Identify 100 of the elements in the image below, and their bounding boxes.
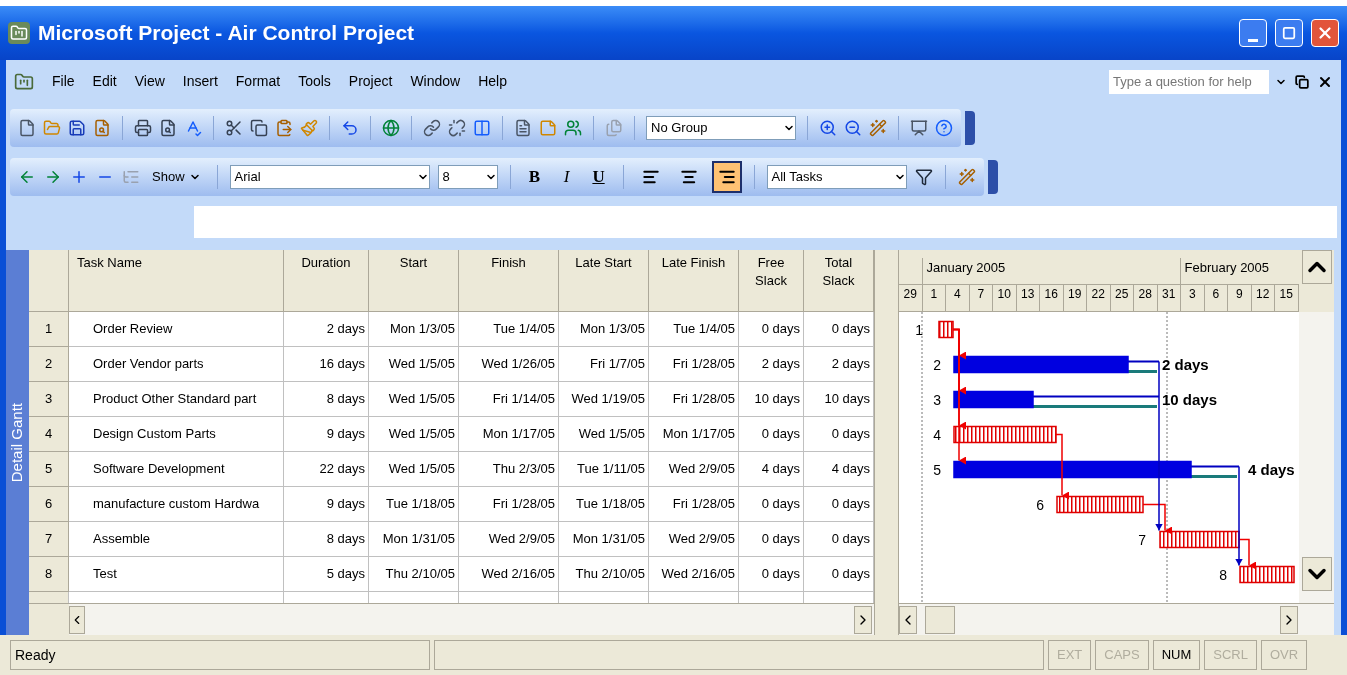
help-icon[interactable] [935, 119, 953, 137]
project-icon[interactable] [14, 71, 34, 92]
menu-item[interactable]: Edit [92, 71, 117, 92]
column-header[interactable]: Start [369, 250, 459, 312]
help-question-field[interactable]: Type a question for help [1109, 69, 1269, 94]
column-header[interactable]: Task Name [69, 250, 284, 312]
zoom-in-icon[interactable] [819, 119, 837, 137]
wand-icon[interactable] [869, 119, 887, 137]
table-cell: Wed 1/5/05 [369, 452, 459, 487]
timescale-day: 31 [1157, 285, 1181, 311]
printer-icon[interactable] [134, 119, 152, 137]
column-header[interactable]: Late Start [559, 250, 649, 312]
row-number[interactable]: 5 [29, 452, 69, 487]
filter-icon[interactable] [914, 167, 933, 186]
print-preview-icon[interactable] [159, 119, 177, 137]
task-bar[interactable] [1239, 565, 1295, 584]
view-label: Detail Gantt [7, 402, 27, 483]
horizontal-scrollbar[interactable] [899, 603, 1334, 635]
table-cell: Tue 1/11/05 [559, 452, 649, 487]
scroll-down-icon[interactable] [1301, 557, 1332, 591]
table-cell: 9 days [284, 487, 369, 522]
column-header[interactable]: Late Finish [649, 250, 739, 312]
maximize-button[interactable] [1275, 19, 1303, 47]
menu-item[interactable]: Insert [182, 71, 218, 92]
zoom-out-icon[interactable] [844, 119, 862, 137]
slack-label: 10 days [1162, 390, 1218, 408]
status-indicator: EXT [1048, 640, 1092, 670]
font-size-dropdown[interactable]: 8 [437, 164, 498, 189]
row-number[interactable]: 2 [29, 347, 69, 382]
table-cell: Mon 1/3/05 [559, 312, 649, 347]
scroll-left-icon[interactable] [899, 605, 917, 634]
group-dropdown[interactable]: No Group [646, 116, 796, 140]
text-style-button[interactable]: U [586, 162, 611, 191]
row-number[interactable]: 4 [29, 417, 69, 452]
menu-item[interactable]: Format [235, 71, 281, 92]
table-cell: 2 days [284, 312, 369, 347]
undo-icon[interactable] [341, 119, 359, 137]
close-button[interactable] [1311, 19, 1339, 47]
row-number[interactable]: 7 [29, 522, 69, 557]
table-cell: Mon 1/31/05 [559, 522, 649, 557]
row-number[interactable]: 6 [29, 487, 69, 522]
table-cell: Fri 1/28/05 [649, 382, 739, 417]
users-icon[interactable] [564, 119, 582, 137]
restore-icon[interactable] [1295, 74, 1309, 89]
maximize-icon[interactable] [1282, 26, 1296, 40]
text-style-button[interactable]: I [554, 162, 579, 191]
menu-item[interactable]: Project [348, 71, 393, 92]
column-header[interactable]: Duration [284, 250, 369, 312]
row-number[interactable]: 8 [29, 557, 69, 592]
text-style-button[interactable]: B [522, 162, 547, 191]
menu-item[interactable]: Window [410, 71, 461, 92]
font-dropdown[interactable]: Arial [229, 164, 430, 189]
scroll-right-icon[interactable] [1280, 605, 1298, 634]
paste-icon[interactable] [275, 119, 293, 137]
task-bar[interactable] [953, 355, 1129, 374]
align-button[interactable] [711, 160, 742, 193]
task-bar[interactable] [953, 425, 1057, 444]
save-icon[interactable] [68, 119, 86, 137]
task-bar[interactable] [1159, 530, 1240, 549]
presentation-icon[interactable] [910, 119, 928, 137]
menu-item[interactable]: File [52, 71, 75, 92]
task-bar[interactable] [953, 460, 1192, 479]
filter-dropdown[interactable]: All Tasks [766, 164, 907, 189]
menu-item[interactable]: Tools [298, 71, 331, 92]
table-cell: 4 days [739, 452, 804, 487]
scroll-thumb[interactable] [925, 605, 955, 634]
table-cell: Wed 1/19/05 [559, 382, 649, 417]
table-cell: Thu 2/10/05 [559, 557, 649, 592]
link-icon[interactable] [423, 119, 441, 137]
row-number[interactable]: 3 [29, 382, 69, 417]
show-button[interactable]: Show [148, 166, 205, 187]
scroll-up-icon[interactable] [1301, 250, 1332, 284]
column-header[interactable]: Finish [459, 250, 559, 312]
scroll-right-icon[interactable] [854, 605, 872, 634]
split-icon[interactable] [473, 119, 491, 137]
wand-icon[interactable] [957, 167, 976, 186]
document-icon[interactable] [514, 119, 532, 137]
timescale-day: 28 [1134, 285, 1158, 311]
row-number[interactable]: 1 [29, 312, 69, 347]
minimize-button[interactable] [1239, 19, 1267, 47]
menu-item[interactable]: Help [478, 71, 507, 92]
task-number: 4 [933, 426, 941, 443]
globe-icon[interactable] [382, 119, 400, 137]
file-icon[interactable] [18, 119, 36, 137]
column-header[interactable]: Free Slack [739, 250, 804, 312]
copy-icon[interactable] [250, 119, 268, 137]
file-search-icon[interactable] [93, 119, 111, 137]
menu-item[interactable]: View [134, 71, 165, 92]
toolbar-options-button[interactable] [987, 159, 998, 194]
scroll-left-icon[interactable] [69, 605, 85, 634]
table-cell: 16 days [284, 347, 369, 382]
entry-field[interactable] [194, 205, 1337, 238]
task-bar[interactable] [938, 320, 954, 339]
timescale-day: 4 [946, 285, 970, 311]
unlink-icon[interactable] [448, 119, 466, 137]
cut-icon[interactable] [225, 119, 243, 137]
horizontal-scrollbar[interactable] [29, 603, 874, 635]
task-bar[interactable] [1056, 495, 1144, 514]
task-bar[interactable] [953, 390, 1034, 409]
column-header[interactable]: Total Slack [804, 250, 874, 312]
